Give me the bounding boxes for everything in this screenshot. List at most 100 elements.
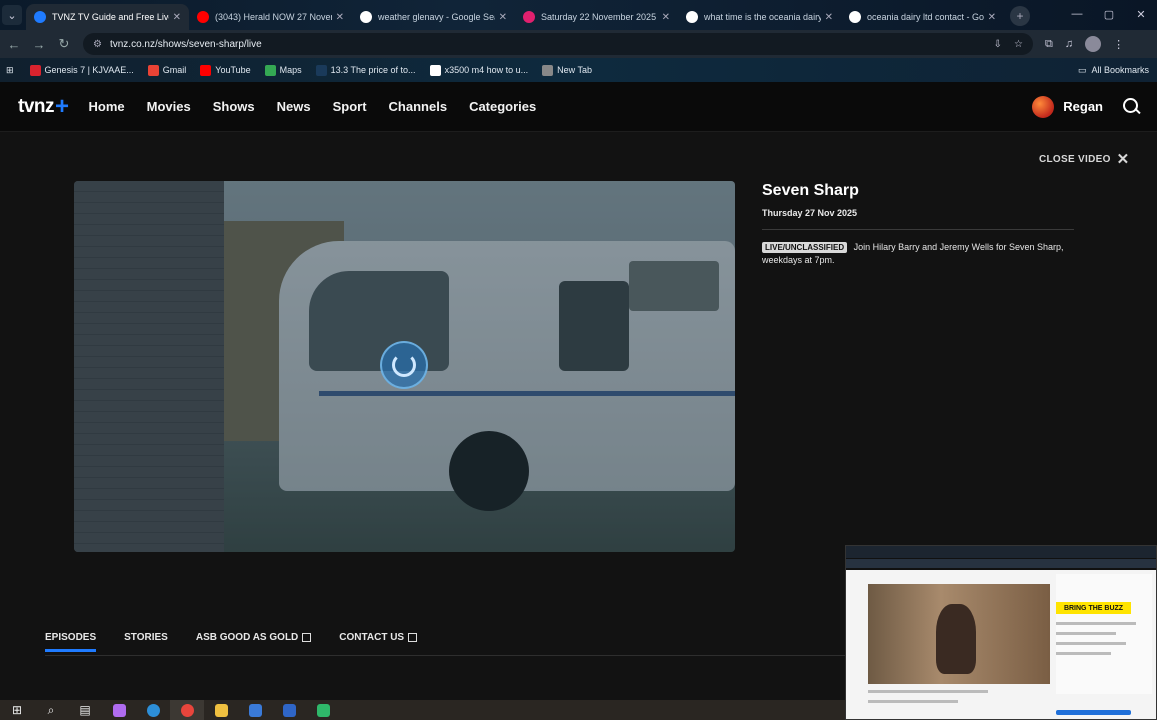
browser-tab[interactable]: TVNZ TV Guide and Free Live T ✕	[26, 4, 189, 30]
loading-spinner-icon	[380, 341, 428, 389]
window-controls: — ▢ ✕	[1061, 0, 1157, 28]
preview-address-bar	[846, 559, 1156, 568]
back-button[interactable]: ←	[3, 33, 25, 55]
video-player[interactable]	[74, 181, 735, 552]
bookmark-favicon-icon	[315, 64, 327, 76]
external-link-icon	[302, 633, 312, 642]
windows-start-icon[interactable]: ⊞	[0, 700, 34, 720]
nav-categories[interactable]: Categories	[469, 99, 536, 114]
nav-sport[interactable]: Sport	[333, 99, 367, 114]
google-icon	[686, 11, 698, 23]
bookmark-label: YouTube	[215, 65, 251, 75]
apps-grid-icon[interactable]: ⊞	[6, 65, 14, 76]
tvnz-plus-icon	[34, 11, 46, 23]
media-control-icon[interactable]: ♫	[1065, 38, 1073, 50]
store-icon[interactable]	[238, 700, 272, 720]
chrome-icon-glyph	[180, 703, 194, 717]
external-link-icon	[408, 633, 418, 642]
user-menu[interactable]: Regan	[1032, 95, 1103, 118]
play-icon	[523, 11, 535, 23]
close-icon: ✕	[1116, 151, 1130, 168]
nav-channels[interactable]: Channels	[389, 99, 448, 114]
close-tab-icon[interactable]: ✕	[825, 12, 833, 23]
bookmark-label: 13.3 The price of to...	[330, 65, 416, 75]
maximize-button[interactable]: ▢	[1093, 0, 1125, 28]
bookmark-star-icon[interactable]: ☆	[1014, 39, 1023, 50]
bookmark-item[interactable]: Gmail	[147, 64, 186, 76]
task-view-icon[interactable]: ▤	[68, 700, 102, 720]
chrome-icon[interactable]	[170, 700, 204, 720]
browser-toolbar: ← → ↻ ⚙ tvnz.co.nz/shows/seven-sharp/liv…	[0, 30, 1157, 58]
browser-tab[interactable]: what time is the oceania dairy ✕	[678, 4, 841, 30]
bookmark-item[interactable]: Genesis 7 | KJVAAE...	[29, 64, 134, 76]
bookmark-item[interactable]: 13.3 The price of to...	[315, 64, 416, 76]
tvnz-logo[interactable]: tvnz +	[18, 94, 69, 119]
reload-button[interactable]: ↻	[53, 33, 75, 55]
site-header: tvnz + Home Movies Shows News Sport Channels Ca…	[0, 82, 1157, 132]
edge-icon[interactable]	[136, 700, 170, 720]
subtab-episodes[interactable]: EPISODES	[45, 632, 97, 652]
nav-movies[interactable]: Movies	[147, 99, 191, 114]
user-avatar	[1032, 95, 1055, 118]
site-info-icon[interactable]: ⚙	[93, 39, 102, 50]
copilot-icon[interactable]	[102, 700, 136, 720]
bookmark-label: Genesis 7 | KJVAAE...	[44, 65, 134, 75]
new-tab-button[interactable]: +	[1010, 6, 1030, 26]
file-explorer-icon[interactable]	[204, 700, 238, 720]
tab-search-button[interactable]: ⌄	[2, 5, 22, 25]
nav-shows[interactable]: Shows	[213, 99, 255, 114]
browser-tab[interactable]: weather glenavy - Google Sea ✕	[352, 4, 515, 30]
subtab-stories[interactable]: STORIES	[124, 632, 168, 649]
youtube-icon	[197, 11, 209, 23]
subtab-label: CONTACT US	[339, 632, 405, 643]
search-icon[interactable]	[1123, 97, 1141, 116]
subtab-asb-good-as-gold[interactable]: ASB GOOD AS GOLD	[196, 632, 312, 649]
app-icon[interactable]	[306, 700, 340, 720]
google-icon	[360, 11, 372, 23]
outlook-icon[interactable]	[272, 700, 306, 720]
close-tab-icon[interactable]: ✕	[499, 12, 507, 23]
subtab-label: EPISODES	[45, 632, 97, 643]
close-window-button[interactable]: ✕	[1125, 0, 1157, 28]
browser-tab[interactable]: Saturday 22 November 2025 | ✕	[515, 4, 678, 30]
bookmark-favicon-icon	[29, 64, 41, 76]
close-video-button[interactable]: CLOSE VIDEO ✕	[1039, 150, 1130, 168]
extensions-icon[interactable]: ⧉	[1045, 38, 1053, 51]
preview-text-line	[1056, 632, 1116, 635]
browser-menu-icon[interactable]: ⋮	[1113, 38, 1124, 51]
show-info-panel: Seven Sharp Thursday 27 Nov 2025 LIVE/UN…	[762, 182, 1074, 266]
address-bar[interactable]: ⚙ tvnz.co.nz/shows/seven-sharp/live ⇩ ☆	[83, 33, 1033, 55]
tab-title: TVNZ TV Guide and Free Live T	[52, 12, 169, 22]
close-tab-icon[interactable]: ✕	[662, 12, 670, 23]
tab-title: oceania dairy ltd contact - Goo	[867, 12, 984, 22]
bookmark-item[interactable]: New Tab	[542, 64, 592, 76]
preview-page: BRING THE BUZZ	[846, 570, 1156, 719]
forward-button[interactable]: →	[28, 33, 50, 55]
preview-video	[868, 584, 1050, 684]
nav-news[interactable]: News	[277, 99, 311, 114]
url-text: tvnz.co.nz/shows/seven-sharp/live	[109, 38, 262, 50]
bookmark-item[interactable]: YouTube	[200, 64, 251, 76]
profile-avatar[interactable]	[1085, 36, 1102, 52]
subtab-contact-us[interactable]: CONTACT US	[339, 632, 418, 649]
bookmark-item[interactable]: Maps	[264, 64, 302, 76]
tab-title: what time is the oceania dairy	[704, 12, 821, 22]
preview-text-line	[868, 700, 958, 703]
close-tab-icon[interactable]: ✕	[173, 12, 181, 23]
edge-icon-glyph	[146, 703, 160, 717]
show-title: Seven Sharp	[762, 182, 859, 199]
install-app-icon[interactable]: ⇩	[994, 39, 1002, 50]
bookmark-item[interactable]: x3500 m4 how to u...	[429, 64, 528, 76]
divider	[762, 229, 1074, 230]
close-tab-icon[interactable]: ✕	[336, 12, 344, 23]
preview-ad-banner: BRING THE BUZZ	[1056, 602, 1131, 614]
all-bookmarks-button[interactable]: ▭ All Bookmarks	[1078, 65, 1149, 76]
minimize-button[interactable]: —	[1061, 0, 1093, 28]
search-icon[interactable]: ⌕	[34, 700, 68, 720]
nav-home[interactable]: Home	[89, 99, 125, 114]
close-tab-icon[interactable]: ✕	[988, 12, 996, 23]
store-icon-glyph	[248, 703, 262, 717]
browser-tab[interactable]: oceania dairy ltd contact - Goo ✕	[841, 4, 1004, 30]
browser-tab[interactable]: (3043) Herald NOW 27 Novem ✕	[189, 4, 352, 30]
preview-tab-strip	[846, 546, 1156, 558]
